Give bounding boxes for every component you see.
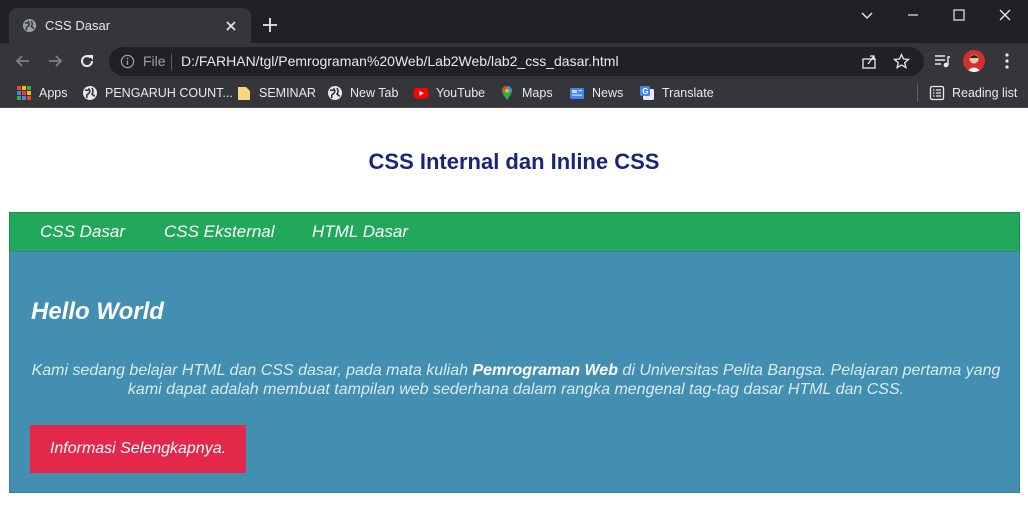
- url-text[interactable]: D:/FARHAN/tgl/Pemrograman%20Web/Lab2Web/…: [181, 53, 619, 69]
- more-menu-icon[interactable]: [997, 51, 1017, 71]
- svg-text:G: G: [642, 87, 648, 96]
- bookmarks-bar: Apps PENGARUH COUNT... SEMINAR New Tab Y…: [0, 79, 1028, 108]
- bookmark-pengaruh[interactable]: PENGARUH COUNT...: [82, 79, 233, 107]
- bookmark-maps[interactable]: Maps: [499, 79, 553, 107]
- bookmark-label: Translate: [662, 86, 714, 100]
- new-tab-icon[interactable]: [261, 16, 279, 34]
- bookmark-translate[interactable]: G Translate: [639, 79, 714, 107]
- reading-list-icon: [929, 85, 945, 101]
- browser-tab[interactable]: CSS Dasar: [9, 8, 251, 43]
- close-tab-icon[interactable]: [223, 18, 239, 34]
- site-nav: CSS Dasar CSS Eksternal HTML Dasar: [9, 212, 1020, 252]
- bookmark-label: YouTube: [436, 86, 486, 100]
- description-text: Kami sedang belajar HTML dan CSS dasar, …: [31, 362, 473, 379]
- description-bold-text: Pemrograman Web: [472, 362, 618, 379]
- maximize-icon[interactable]: [950, 6, 968, 24]
- address-divider: [171, 54, 172, 70]
- profile-avatar[interactable]: [963, 50, 985, 72]
- nav-link-html-dasar[interactable]: HTML Dasar: [312, 222, 408, 242]
- content-heading: Hello World: [31, 298, 164, 325]
- minimize-icon[interactable]: [904, 6, 922, 24]
- reload-icon[interactable]: [77, 51, 97, 71]
- browser-toolbar: File D:/FARHAN/tgl/Pemrograman%20Web/Lab…: [0, 43, 1028, 79]
- content-description: Kami sedang belajar HTML dan CSS dasar, …: [30, 361, 1002, 399]
- back-arrow-icon[interactable]: [13, 51, 33, 71]
- more-info-button[interactable]: Informasi Selengkapnya.: [30, 425, 246, 473]
- bookmark-news[interactable]: News: [569, 79, 623, 107]
- content-section: Hello World Kami sedang belajar HTML dan…: [9, 251, 1020, 493]
- bookmark-label: Maps: [522, 86, 553, 100]
- avatar-person-icon: [963, 50, 985, 72]
- bookmark-new-tab[interactable]: New Tab: [327, 79, 398, 107]
- reading-list-label: Reading list: [952, 86, 1018, 100]
- tab-title: CSS Dasar: [45, 18, 111, 33]
- folder-icon: [238, 87, 250, 100]
- page-title: CSS Internal dan Inline CSS: [368, 149, 660, 174]
- share-icon[interactable]: [861, 53, 878, 70]
- bookmark-label: New Tab: [350, 86, 399, 100]
- translate-icon: G: [640, 86, 654, 100]
- site-info-icon[interactable]: [120, 54, 135, 69]
- bookmark-label: SEMINAR: [259, 86, 316, 100]
- scheme-label: File: [143, 53, 166, 69]
- bookmark-label: PENGARUH COUNT...: [105, 86, 233, 100]
- page-viewport: CSS Internal dan Inline CSS CSS Dasar CS…: [0, 109, 1028, 521]
- browser-title-bar: CSS Dasar: [0, 0, 1028, 43]
- nav-link-css-eksternal[interactable]: CSS Eksternal: [164, 222, 275, 242]
- bookmark-seminar[interactable]: SEMINAR: [236, 79, 316, 107]
- maps-pin-icon: [502, 86, 512, 100]
- globe-icon: [83, 86, 97, 100]
- bookmark-youtube[interactable]: YouTube: [413, 79, 485, 107]
- forward-arrow-icon[interactable]: [45, 51, 65, 71]
- address-bar[interactable]: File D:/FARHAN/tgl/Pemrograman%20Web/Lab…: [109, 47, 924, 76]
- reading-list-button[interactable]: Reading list: [929, 79, 1017, 107]
- globe-icon: [328, 86, 342, 100]
- nav-link-css-dasar[interactable]: CSS Dasar: [40, 222, 125, 242]
- tab-search-icon[interactable]: [858, 6, 876, 24]
- news-icon: [570, 88, 584, 99]
- close-window-icon[interactable]: [996, 6, 1014, 24]
- media-queue-icon[interactable]: [932, 51, 952, 71]
- bookmark-star-icon[interactable]: [893, 53, 910, 70]
- youtube-icon: [413, 88, 429, 99]
- globe-icon: [22, 18, 37, 33]
- bookmark-label: Apps: [39, 86, 68, 100]
- bookmark-label: News: [592, 86, 624, 100]
- bookmark-apps[interactable]: Apps: [16, 79, 68, 107]
- apps-grid-icon: [17, 86, 31, 100]
- bookmarks-divider: [917, 84, 918, 102]
